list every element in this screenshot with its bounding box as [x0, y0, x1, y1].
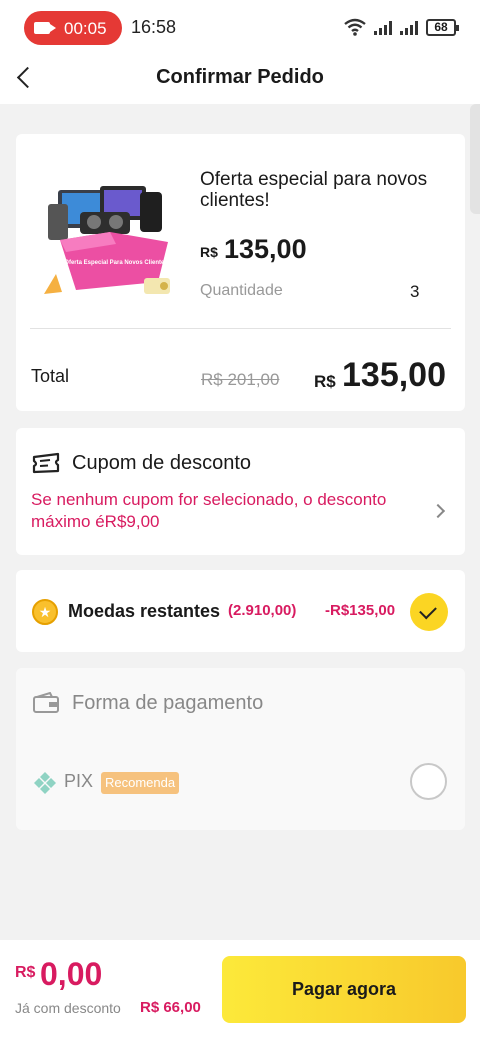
discount-label: Já com desconto — [15, 1000, 121, 1016]
product-price-currency: R$ — [200, 244, 218, 260]
recording-timer: 00:05 — [64, 19, 107, 38]
coupon-message: Se nenhum cupom for selecionado, o desco… — [31, 490, 387, 531]
pay-amount: 0,00 — [40, 956, 103, 992]
edge-handle — [470, 104, 480, 214]
total-currency: R$ — [314, 372, 336, 391]
payment-title: Forma de pagamento — [72, 692, 264, 714]
page-title: Confirmar Pedido — [156, 66, 324, 88]
original-price: R$ 201,00 — [201, 370, 280, 389]
coin-star-icon: ★ — [32, 599, 58, 625]
pix-radio-button[interactable] — [410, 763, 447, 800]
coupon-ticket-icon — [32, 452, 60, 474]
product-image: Oferta Especial Para Novos Clientes — [44, 186, 170, 294]
signal-icon-2 — [400, 19, 418, 35]
recommended-badge: Recomenda — [101, 772, 180, 794]
total-label: Total — [31, 366, 70, 386]
divider — [30, 328, 451, 329]
pay-amount-currency: R$ — [15, 964, 36, 981]
coins-label: Moedas restantes — [68, 601, 221, 621]
status-bar: 00:05 16:58 68 — [0, 0, 480, 56]
product-title: Oferta especial para novos clientes! — [200, 169, 428, 211]
discount-value: R$ 66,00 — [140, 999, 201, 1016]
chevron-right-icon — [430, 503, 446, 519]
clock: 16:58 — [131, 17, 177, 37]
quantity-value: 3 — [410, 282, 420, 301]
wifi-icon — [344, 18, 366, 36]
coins-balance: (2.910,00) — [228, 602, 297, 619]
product-image-caption: Oferta Especial Para Novos Clientes — [64, 260, 168, 266]
wallet-icon — [33, 692, 59, 713]
coins-row: ★ Moedas restantes (2.910,00) -R$135,00 — [16, 570, 465, 652]
payment-method-card: Forma de pagamento PIX Recomenda — [16, 668, 465, 830]
checkout-bar: R$ 0,00 Já com desconto R$ 66,00 Pagar a… — [0, 940, 480, 1038]
coins-discount: -R$135,00 — [325, 602, 396, 619]
signal-icon — [374, 19, 392, 35]
quantity-label: Quantidade — [200, 282, 283, 299]
video-camera-icon — [34, 22, 56, 34]
pix-logo-icon — [34, 772, 56, 794]
pix-label: PIX — [64, 771, 94, 791]
coupon-title: Cupom de desconto — [72, 452, 252, 474]
coupon-row[interactable]: Cupom de desconto Se nenhum cupom for se… — [16, 428, 465, 555]
battery-icon: 68 — [426, 18, 459, 36]
product-card: Oferta Especial Para Novos Clientes Ofer… — [16, 134, 465, 411]
system-icons: 68 — [344, 16, 459, 38]
product-price: 135,00 — [224, 234, 307, 264]
top-app-bar: Confirmar Pedido — [0, 56, 480, 214]
total-price: 135,00 — [342, 356, 446, 394]
pay-now-button[interactable]: Pagar agora — [222, 956, 466, 1023]
screen-recording-indicator[interactable]: 00:05 — [24, 11, 122, 45]
coins-checkbox[interactable] — [410, 593, 448, 631]
